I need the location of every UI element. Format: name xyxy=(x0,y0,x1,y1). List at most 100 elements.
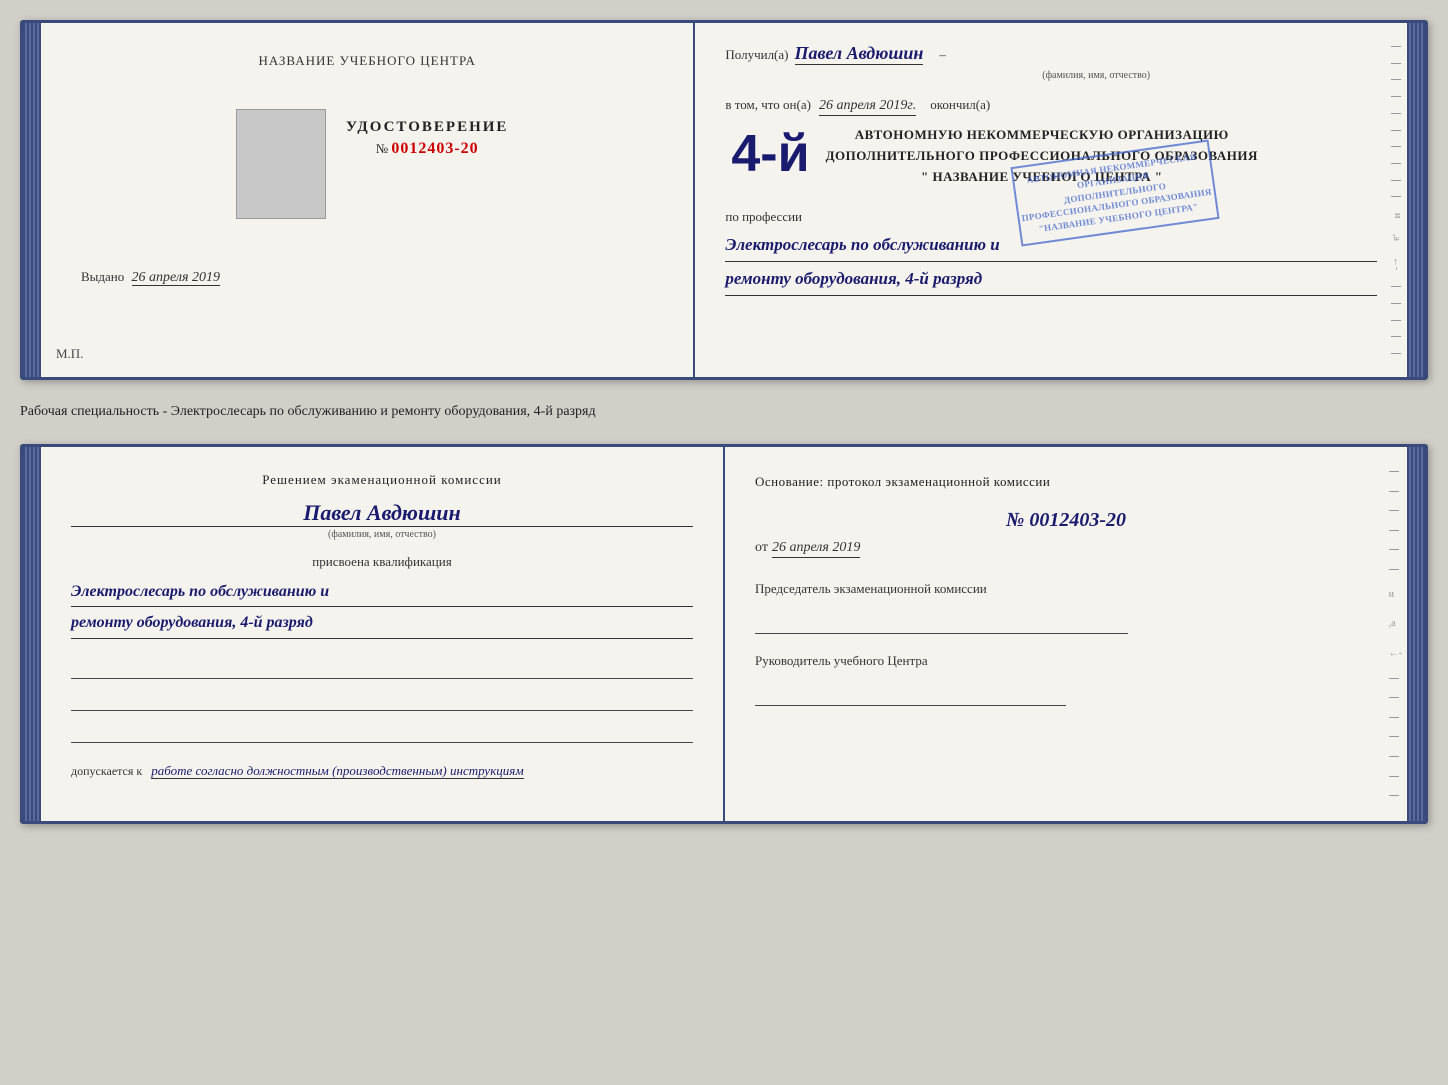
issued-label: Выдано xyxy=(81,269,124,284)
b-dash-5 xyxy=(1389,549,1399,550)
dash-13 xyxy=(1391,320,1401,321)
person-name-top: Павел Авдюшин xyxy=(795,43,924,65)
b-dash-8 xyxy=(1389,697,1399,698)
dash-1 xyxy=(1391,46,1401,47)
dash-11 xyxy=(1391,286,1401,287)
photo-cert-row: УДОСТОВЕРЕНИЕ № 0012403-20 xyxy=(226,109,509,239)
allowed-cursive: работе согласно должностным (производств… xyxy=(151,763,523,779)
b-side-l: ←- xyxy=(1389,648,1402,659)
dash-8 xyxy=(1391,163,1401,164)
dash-5 xyxy=(1391,113,1401,114)
b-dash-4 xyxy=(1389,530,1399,531)
b-dash-13 xyxy=(1389,795,1399,796)
cert-number: 0012403-20 xyxy=(391,140,478,157)
top-left-spine xyxy=(23,23,41,377)
dash-14 xyxy=(1391,336,1401,337)
top-right-page: Получил(а) Павел Авдюшин – (фамилия, имя… xyxy=(695,23,1407,377)
protocol-date-prefix: от xyxy=(755,540,768,556)
received-prefix: Получил(а) xyxy=(725,47,788,63)
grade-badge: 4-й xyxy=(731,128,809,180)
b-dash-6 xyxy=(1389,569,1399,570)
cert-title-block: УДОСТОВЕРЕНИЕ № 0012403-20 xyxy=(346,119,509,239)
in-that-date: 26 апреля 2019г. xyxy=(819,98,916,116)
received-line: Получил(а) Павел Авдюшин – xyxy=(725,43,1377,65)
profession-label: по профессии xyxy=(725,209,1377,225)
protocol-date: от 26 апреля 2019 xyxy=(755,540,1377,558)
org-line1: АВТОНОМНУЮ НЕКОММЕРЧЕСКУЮ ОРГАНИЗАЦИЮ xyxy=(826,125,1258,146)
profession-block: по профессии Электрослесарь по обслужива… xyxy=(725,209,1377,295)
commission-sig-line xyxy=(755,606,1128,634)
center-title: НАЗВАНИЕ УЧЕБНОГО ЦЕНТРА xyxy=(258,53,475,69)
dash-6 xyxy=(1391,130,1401,131)
profession-line2: ремонту оборудования, 4-й разряд xyxy=(725,264,1377,296)
bottom-left-spine xyxy=(23,447,41,821)
in-that-line: в том, что он(а) 26 апреля 2019г. окончи… xyxy=(725,97,1377,116)
protocol-date-value: 26 апреля 2019 xyxy=(772,540,860,558)
b-dash-12 xyxy=(1389,776,1399,777)
bottom-document: Решением экаменационной комиссии Павел А… xyxy=(20,444,1428,824)
dash-7 xyxy=(1391,146,1401,147)
photo-placeholder xyxy=(236,109,326,219)
commission-head-label: Председатель экзаменационной комиссии xyxy=(755,580,1377,598)
b-dash-11 xyxy=(1389,756,1399,757)
sig-line-1 xyxy=(71,655,693,679)
top-document: НАЗВАНИЕ УЧЕБНОГО ЦЕНТРА УДОСТОВЕРЕНИЕ №… xyxy=(20,20,1428,380)
allowed-label: допускается к работе согласно должностны… xyxy=(71,763,693,779)
qualification-label: присвоена квалификация xyxy=(71,554,693,570)
b-side-а: ,а xyxy=(1389,618,1402,629)
fio-label-top: (фамилия, имя, отчество) xyxy=(815,70,1377,81)
profession-line1: Электрослесарь по обслуживанию и xyxy=(725,230,1377,262)
decision-title: Решением экаменационной комиссии xyxy=(71,472,693,488)
right-dashes-top: и ,а ←- xyxy=(1391,23,1402,377)
b-dash-3 xyxy=(1389,510,1399,511)
dash-2 xyxy=(1391,63,1401,64)
sig-line-2 xyxy=(71,687,693,711)
b-dash-9 xyxy=(1389,717,1399,718)
finished-label: окончил(а) xyxy=(930,97,990,113)
issued-line: Выдано 26 апреля 2019 xyxy=(81,269,220,286)
bottom-right-spine xyxy=(1407,447,1425,821)
mp-label: М.П. xyxy=(56,346,83,362)
cert-number-label: № xyxy=(376,141,388,156)
qualification-line2: ремонту оборудования, 4-й разряд xyxy=(71,609,693,639)
side-text-и: и xyxy=(1391,213,1402,218)
signature-lines xyxy=(71,655,693,743)
cert-word: УДОСТОВЕРЕНИЕ xyxy=(346,119,509,136)
specialty-label: Рабочая специальность - Электрослесарь п… xyxy=(20,398,1428,426)
dash-12 xyxy=(1391,303,1401,304)
side-text-а: ,а xyxy=(1391,234,1402,241)
bottom-right-page: Основание: протокол экзаменационной коми… xyxy=(725,447,1407,821)
center-sig-line xyxy=(755,678,1066,706)
basis-title: Основание: протокол экзаменационной коми… xyxy=(755,472,1377,492)
page-container: НАЗВАНИЕ УЧЕБНОГО ЦЕНТРА УДОСТОВЕРЕНИЕ №… xyxy=(20,20,1428,824)
in-that-prefix: в том, что он(а) xyxy=(725,97,811,113)
top-right-spine xyxy=(1407,23,1425,377)
protocol-number: № 0012403-20 xyxy=(755,509,1377,532)
allowed-prefix: допускается к xyxy=(71,764,142,778)
cert-number-line: № 0012403-20 xyxy=(346,140,509,158)
bottom-person-name: Павел Авдюшин xyxy=(71,500,693,527)
dash-15 xyxy=(1391,353,1401,354)
center-head-label: Руководитель учебного Центра xyxy=(755,652,1377,670)
b-dash-2 xyxy=(1389,491,1399,492)
org-line3: " НАЗВАНИЕ УЧЕБНОГО ЦЕНТРА " xyxy=(826,167,1258,188)
side-text-l: ←- xyxy=(1391,257,1402,270)
b-side-и: и xyxy=(1389,589,1402,600)
top-left-page: НАЗВАНИЕ УЧЕБНОГО ЦЕНТРА УДОСТОВЕРЕНИЕ №… xyxy=(41,23,695,377)
org-line2: ДОПОЛНИТЕЛЬНОГО ПРОФЕССИОНАЛЬНОГО ОБРАЗО… xyxy=(826,146,1258,167)
bottom-left-page: Решением экаменационной комиссии Павел А… xyxy=(41,447,725,821)
b-dash-1 xyxy=(1389,471,1399,472)
org-block: АВТОНОМНУЮ НЕКОММЕРЧЕСКУЮ ОРГАНИЗАЦИЮ ДО… xyxy=(826,125,1258,187)
issued-date: 26 апреля 2019 xyxy=(132,270,220,286)
grade-org-row: 4-й АВТОНОМНУЮ НЕКОММЕРЧЕСКУЮ ОРГАНИЗАЦИ… xyxy=(725,120,1377,187)
qualification-line1: Электрослесарь по обслуживанию и xyxy=(71,578,693,608)
bottom-fio-label: (фамилия, имя, отчество) xyxy=(71,529,693,540)
b-dash-7 xyxy=(1389,678,1399,679)
dash-10 xyxy=(1391,196,1401,197)
b-dash-10 xyxy=(1389,736,1399,737)
right-dashes-bottom: и ,а ←- xyxy=(1389,447,1402,821)
dash-9 xyxy=(1391,180,1401,181)
dash-4 xyxy=(1391,96,1401,97)
sig-line-3 xyxy=(71,719,693,743)
dash-3 xyxy=(1391,79,1401,80)
